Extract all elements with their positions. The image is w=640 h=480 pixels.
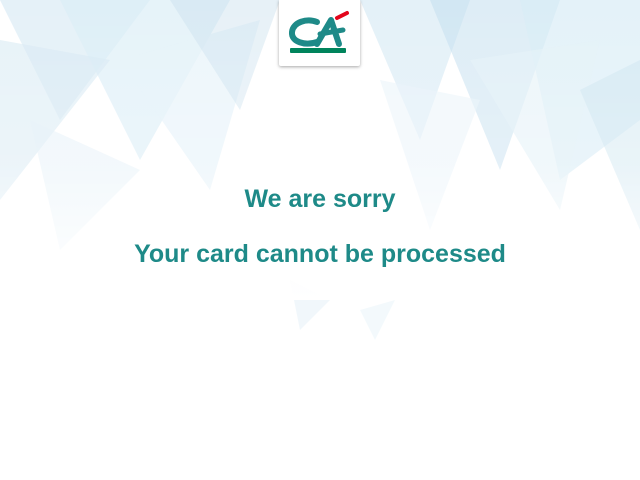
error-screen: We are sorry Your card cannot be process…: [0, 0, 640, 480]
error-message: Your card cannot be processed: [134, 240, 506, 268]
credit-agricole-logo-icon: [289, 11, 349, 53]
bank-logo: [279, 0, 360, 66]
error-title: We are sorry: [244, 185, 396, 213]
